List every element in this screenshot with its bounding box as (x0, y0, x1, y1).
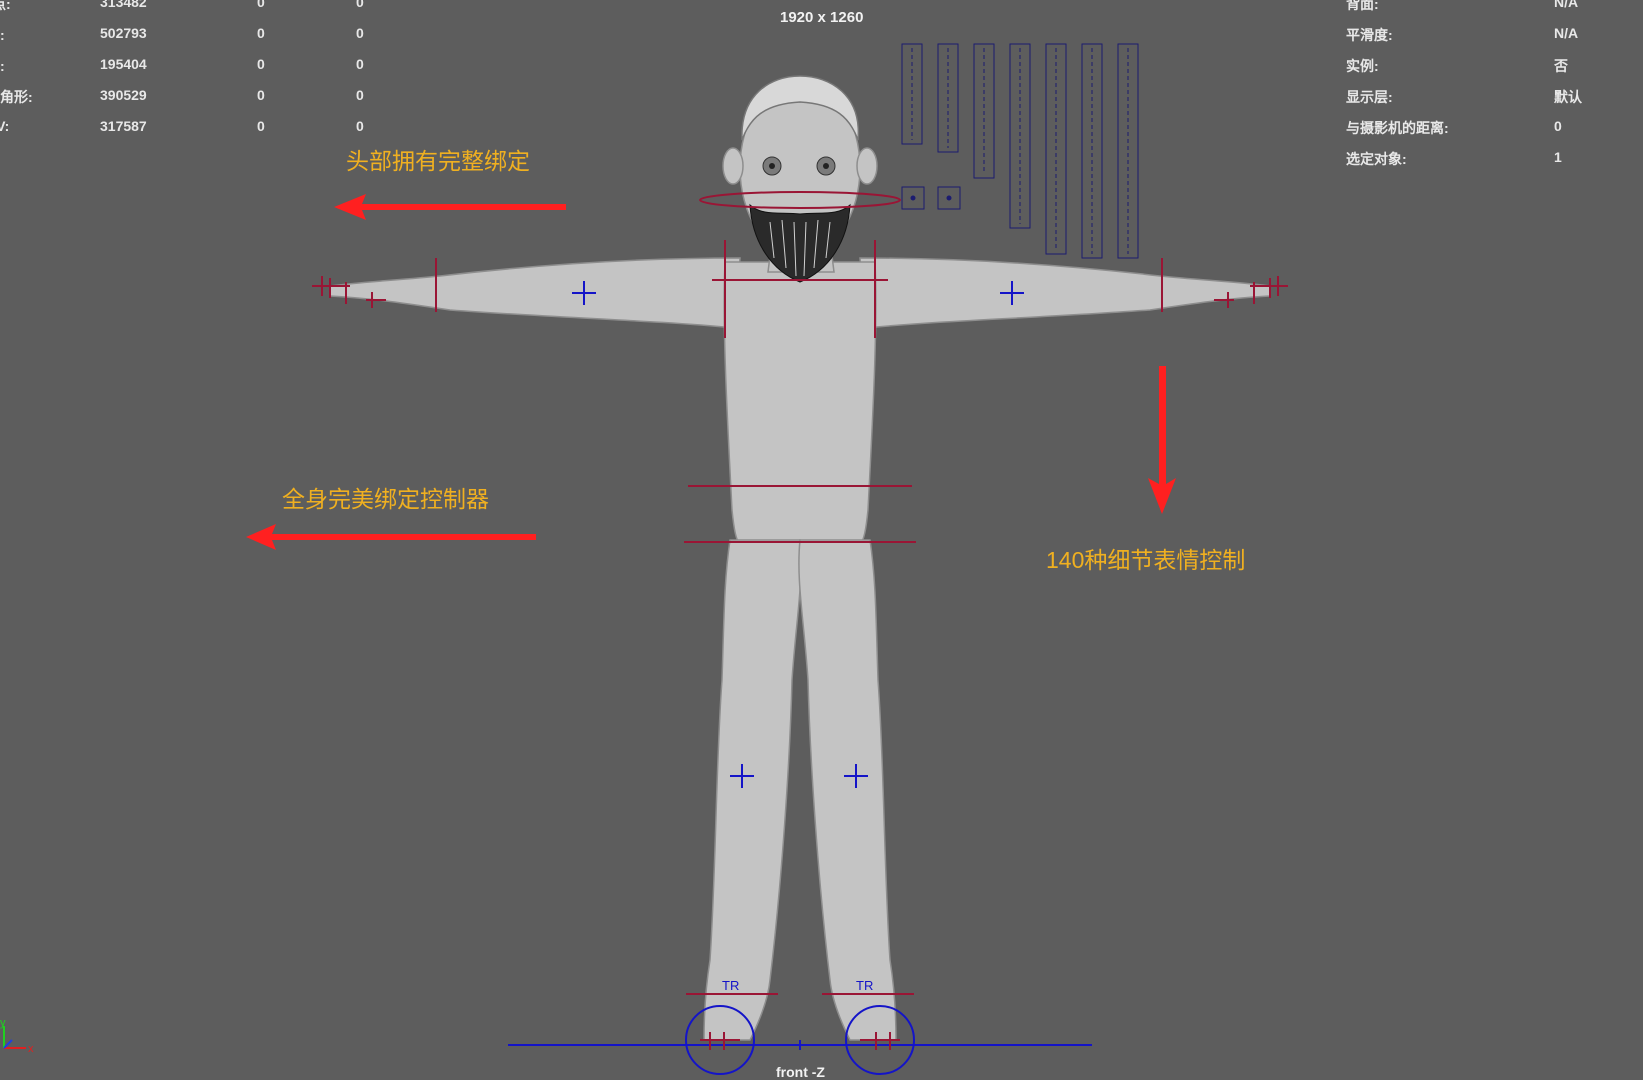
right-leg (798, 539, 897, 1041)
arrow-down-icon (1148, 366, 1176, 514)
camera-name-label: front -Z (776, 1064, 825, 1080)
body-rig-annotation: 全身完美绑定控制器 (282, 486, 489, 512)
left-arm (329, 257, 741, 329)
right-arm (859, 257, 1271, 329)
right-pupil (823, 163, 829, 169)
viewport-3d[interactable]: 顶点: 313482 0 0 边: 502793 0 0 面: 195404 0… (0, 0, 1643, 1080)
left-pupil (769, 163, 775, 169)
torso (723, 261, 877, 546)
face-rig-annotation: 140种细节表情控制 (1046, 547, 1246, 573)
left-leg (703, 539, 802, 1041)
left-foot-label: TR (722, 978, 739, 993)
arrow-left-icon (334, 194, 566, 220)
right-foot-label: TR (856, 978, 873, 993)
head-rig-annotation: 头部拥有完整绑定 (346, 148, 530, 174)
z-axis-line (3, 1039, 13, 1049)
arrow-left-icon (246, 524, 536, 550)
left-ear (722, 147, 744, 185)
right-ear (856, 147, 878, 185)
axis-indicator-icon: y x (0, 1016, 40, 1056)
scene-canvas[interactable]: TR TR (0, 0, 1643, 1080)
facial-control-sliders[interactable] (911, 48, 1129, 254)
x-axis-label: x (28, 1043, 34, 1055)
y-axis-label: y (0, 1017, 6, 1029)
